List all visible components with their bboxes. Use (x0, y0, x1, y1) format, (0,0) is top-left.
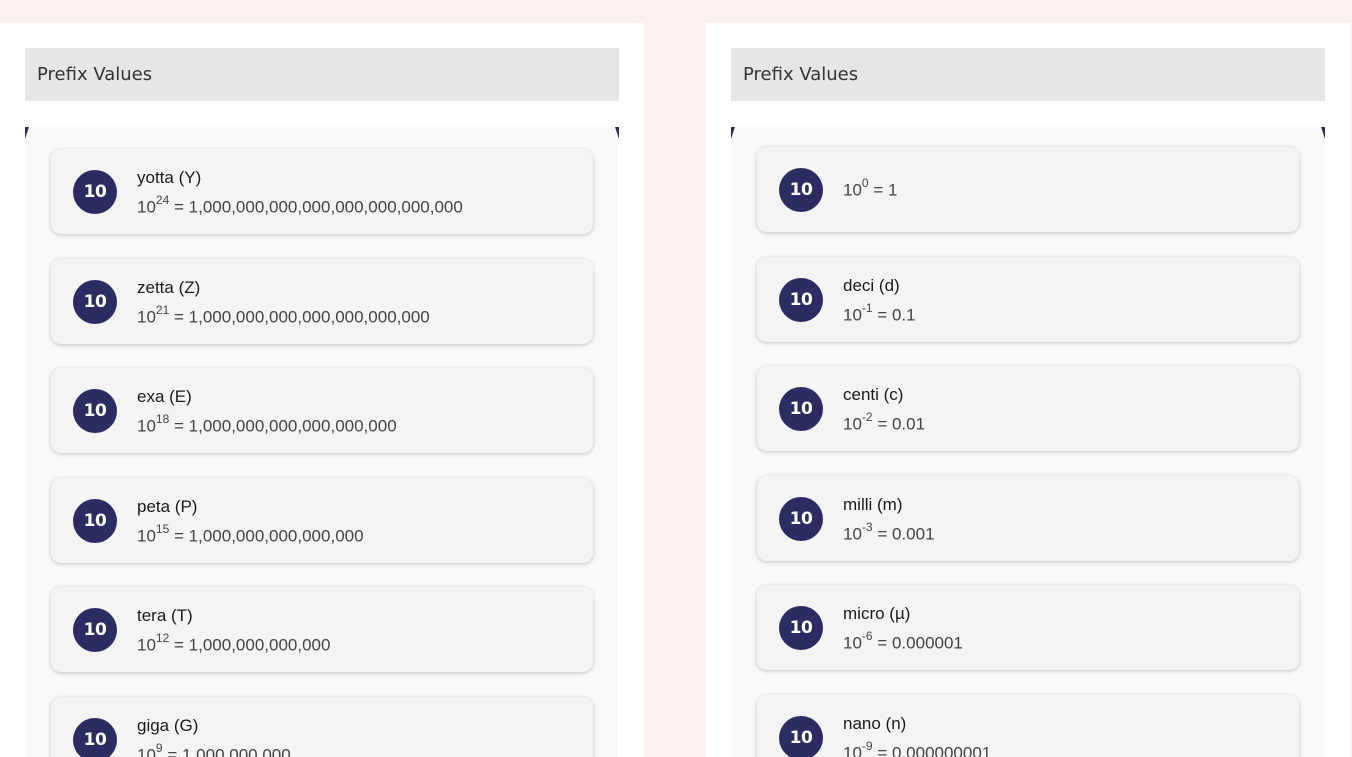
power-of-ten-icon: 10 (779, 387, 823, 431)
prefix-value: 1015 = 1,000,000,000,000,000 (137, 522, 364, 547)
value-exponent: 24 (155, 193, 170, 207)
value-exponent: -2 (861, 410, 873, 424)
prefix-value: 100 = 1 (843, 176, 898, 201)
prefix-list[interactable]: 10 100 = 1 10 deci (d) 10-1 = 0.1 10 cen… (731, 127, 1325, 757)
value-base: 10 (843, 524, 862, 544)
value-exponent: 9 (155, 741, 163, 755)
prefix-name: exa (E) (137, 387, 192, 406)
prefix-value: 10-1 = 0.1 (843, 301, 916, 326)
value-exponent: -3 (861, 520, 873, 534)
value-exponent: 21 (155, 303, 170, 317)
power-of-ten-icon: 10 (779, 168, 823, 212)
prefix-name: centi (c) (843, 385, 904, 404)
prefix-value: 1018 = 1,000,000,000,000,000,000 (137, 412, 397, 437)
prefix-value: 1012 = 1,000,000,000,000 (137, 631, 331, 656)
value-expansion: = 1,000,000,000,000 (174, 635, 331, 655)
power-of-ten-icon: 10 (73, 608, 117, 652)
prefix-value: 1021 = 1,000,000,000,000,000,000,000 (137, 303, 430, 328)
prefix-card-exa[interactable]: 10 exa (E) 1018 = 1,000,000,000,000,000,… (51, 368, 593, 453)
prefix-card-unit[interactable]: 10 100 = 1 (757, 147, 1299, 232)
prefix-name: peta (P) (137, 497, 198, 516)
prefix-card-tera[interactable]: 10 tera (T) 1012 = 1,000,000,000,000 (51, 587, 593, 672)
prefix-name: yotta (Y) (137, 168, 202, 187)
prefix-card-zetta[interactable]: 10 zetta (Z) 1021 = 1,000,000,000,000,00… (51, 259, 593, 344)
value-exponent: -1 (861, 301, 873, 315)
power-of-ten-icon: 10 (779, 497, 823, 541)
power-of-ten-icon: 10 (779, 278, 823, 322)
value-exponent: -9 (861, 739, 873, 753)
value-exponent: -6 (861, 629, 873, 643)
prefix-card-giga[interactable]: 10 giga (G) 109 = 1,000,000,000 (51, 697, 593, 757)
value-expansion: = 1,000,000,000,000,000,000,000,000 (174, 197, 463, 217)
value-exponent: 0 (861, 176, 869, 190)
value-expansion: = 1,000,000,000,000,000 (174, 526, 364, 546)
value-expansion: = 0.000001 (877, 633, 963, 653)
value-base: 10 (843, 305, 862, 325)
prefix-value: 10-6 = 0.000001 (843, 629, 963, 654)
prefix-list[interactable]: 10 yotta (Y) 1024 = 1,000,000,000,000,00… (25, 127, 619, 757)
value-expansion: = 1 (873, 180, 898, 200)
value-expansion: = 1,000,000,000,000,000,000 (174, 416, 397, 436)
value-exponent: 18 (155, 412, 170, 426)
prefix-name: tera (T) (137, 606, 193, 625)
prefix-name: milli (m) (843, 495, 903, 514)
value-expansion: = 0.001 (877, 524, 935, 544)
prefix-card-deci[interactable]: 10 deci (d) 10-1 = 0.1 (757, 257, 1299, 342)
power-of-ten-icon: 10 (779, 716, 823, 757)
value-base: 10 (137, 307, 156, 327)
value-base: 10 (843, 414, 862, 434)
power-of-ten-icon: 10 (73, 280, 117, 324)
prefix-card-peta[interactable]: 10 peta (P) 1015 = 1,000,000,000,000,000 (51, 478, 593, 563)
value-expansion: = 0.000000001 (877, 743, 992, 757)
prefix-value: 10-3 = 0.001 (843, 520, 935, 545)
value-expansion: = 0.1 (877, 305, 916, 325)
prefix-card-yotta[interactable]: 10 yotta (Y) 1024 = 1,000,000,000,000,00… (51, 149, 593, 234)
value-base: 10 (137, 197, 156, 217)
prefix-value: 10-9 = 0.000000001 (843, 739, 992, 757)
prefix-panel-left: Prefix Values 10 yotta (Y) 1024 = 1,000,… (0, 23, 644, 757)
value-base: 10 (137, 416, 156, 436)
value-expansion: = 1,000,000,000,000,000,000,000 (174, 307, 430, 327)
value-base: 10 (843, 180, 862, 200)
power-of-ten-icon: 10 (73, 718, 117, 757)
prefix-name: deci (d) (843, 276, 900, 295)
power-of-ten-icon: 10 (73, 499, 117, 543)
value-base: 10 (843, 633, 862, 653)
prefix-value: 10-2 = 0.01 (843, 410, 926, 435)
value-exponent: 12 (155, 631, 170, 645)
prefix-value: 109 = 1,000,000,000 (137, 741, 291, 757)
value-base: 10 (843, 743, 862, 757)
prefix-panel-right: Prefix Values 10 100 = 1 10 deci (d) 10-… (706, 23, 1350, 757)
prefix-card-nano[interactable]: 10 nano (n) 10-9 = 0.000000001 (757, 695, 1299, 757)
prefix-value: 1024 = 1,000,000,000,000,000,000,000,000 (137, 193, 463, 218)
prefix-name: micro (µ) (843, 604, 911, 623)
value-base: 10 (137, 635, 156, 655)
power-of-ten-icon: 10 (779, 606, 823, 650)
value-expansion: = 1,000,000,000 (167, 745, 291, 757)
prefix-card-centi[interactable]: 10 centi (c) 10-2 = 0.01 (757, 366, 1299, 451)
prefix-card-micro[interactable]: 10 micro (µ) 10-6 = 0.000001 (757, 585, 1299, 670)
section-header: Prefix Values (731, 48, 1325, 101)
section-header: Prefix Values (25, 48, 619, 101)
value-base: 10 (137, 526, 156, 546)
prefix-name: zetta (Z) (137, 278, 201, 297)
value-base: 10 (137, 745, 156, 757)
prefix-card-milli[interactable]: 10 milli (m) 10-3 = 0.001 (757, 476, 1299, 561)
value-expansion: = 0.01 (877, 414, 926, 434)
prefix-name: nano (n) (843, 714, 907, 733)
value-exponent: 15 (155, 522, 170, 536)
power-of-ten-icon: 10 (73, 170, 117, 214)
prefix-name: giga (G) (137, 716, 199, 735)
power-of-ten-icon: 10 (73, 389, 117, 433)
